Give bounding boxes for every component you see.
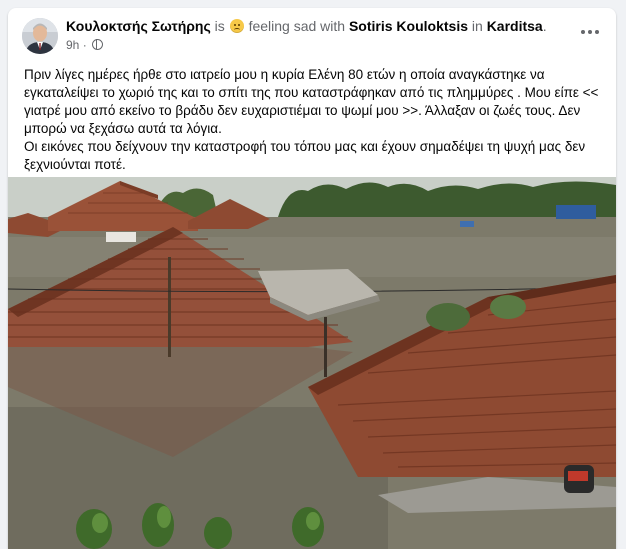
avatar[interactable] <box>22 18 58 54</box>
post-text: Πριν λίγες ημέρες ήρθε στο ιατρείο μου η… <box>24 66 604 174</box>
location-link[interactable]: Karditsa <box>487 18 543 34</box>
more-options-icon-dot <box>595 30 599 34</box>
more-options-icon <box>581 30 585 34</box>
avatar-image <box>22 18 58 54</box>
tagged-person[interactable]: Sotiris Kouloktsis <box>349 18 468 34</box>
post-heading: Κουλοκτσής Σωτήρης is feeling sad with S… <box>66 17 547 35</box>
author-name[interactable]: Κουλοκτσής Σωτήρης <box>66 18 211 34</box>
in-text: in <box>471 18 483 34</box>
verb-text: is <box>214 18 225 34</box>
feeling-text: feeling sad with <box>248 18 346 34</box>
post-meta: Κουλοκτσής Σωτήρης is feeling sad with S… <box>66 17 547 53</box>
post-photo[interactable] <box>8 177 616 549</box>
more-options-button[interactable] <box>576 22 604 42</box>
sad-face-emoji-icon <box>229 19 244 33</box>
post-paragraph-1: Πριν λίγες ημέρες ήρθε στο ιατρείο μου η… <box>24 67 599 136</box>
timestamp[interactable]: 9h <box>66 38 79 52</box>
post-subheading: 9h · <box>66 37 546 53</box>
more-options-icon-dot <box>588 30 592 34</box>
post-card: Κουλοκτσής Σωτήρης is feeling sad with S… <box>8 8 616 549</box>
flood-photo <box>8 177 616 549</box>
time-separator: · <box>82 38 87 52</box>
post-paragraph-2: Οι εικόνες που δείχνουν την καταστροφή τ… <box>24 139 586 172</box>
heading-period: . <box>542 18 547 34</box>
globe-icon[interactable] <box>92 39 104 50</box>
post-header: Κουλοκτσής Σωτήρης is feeling sad with S… <box>8 8 616 60</box>
